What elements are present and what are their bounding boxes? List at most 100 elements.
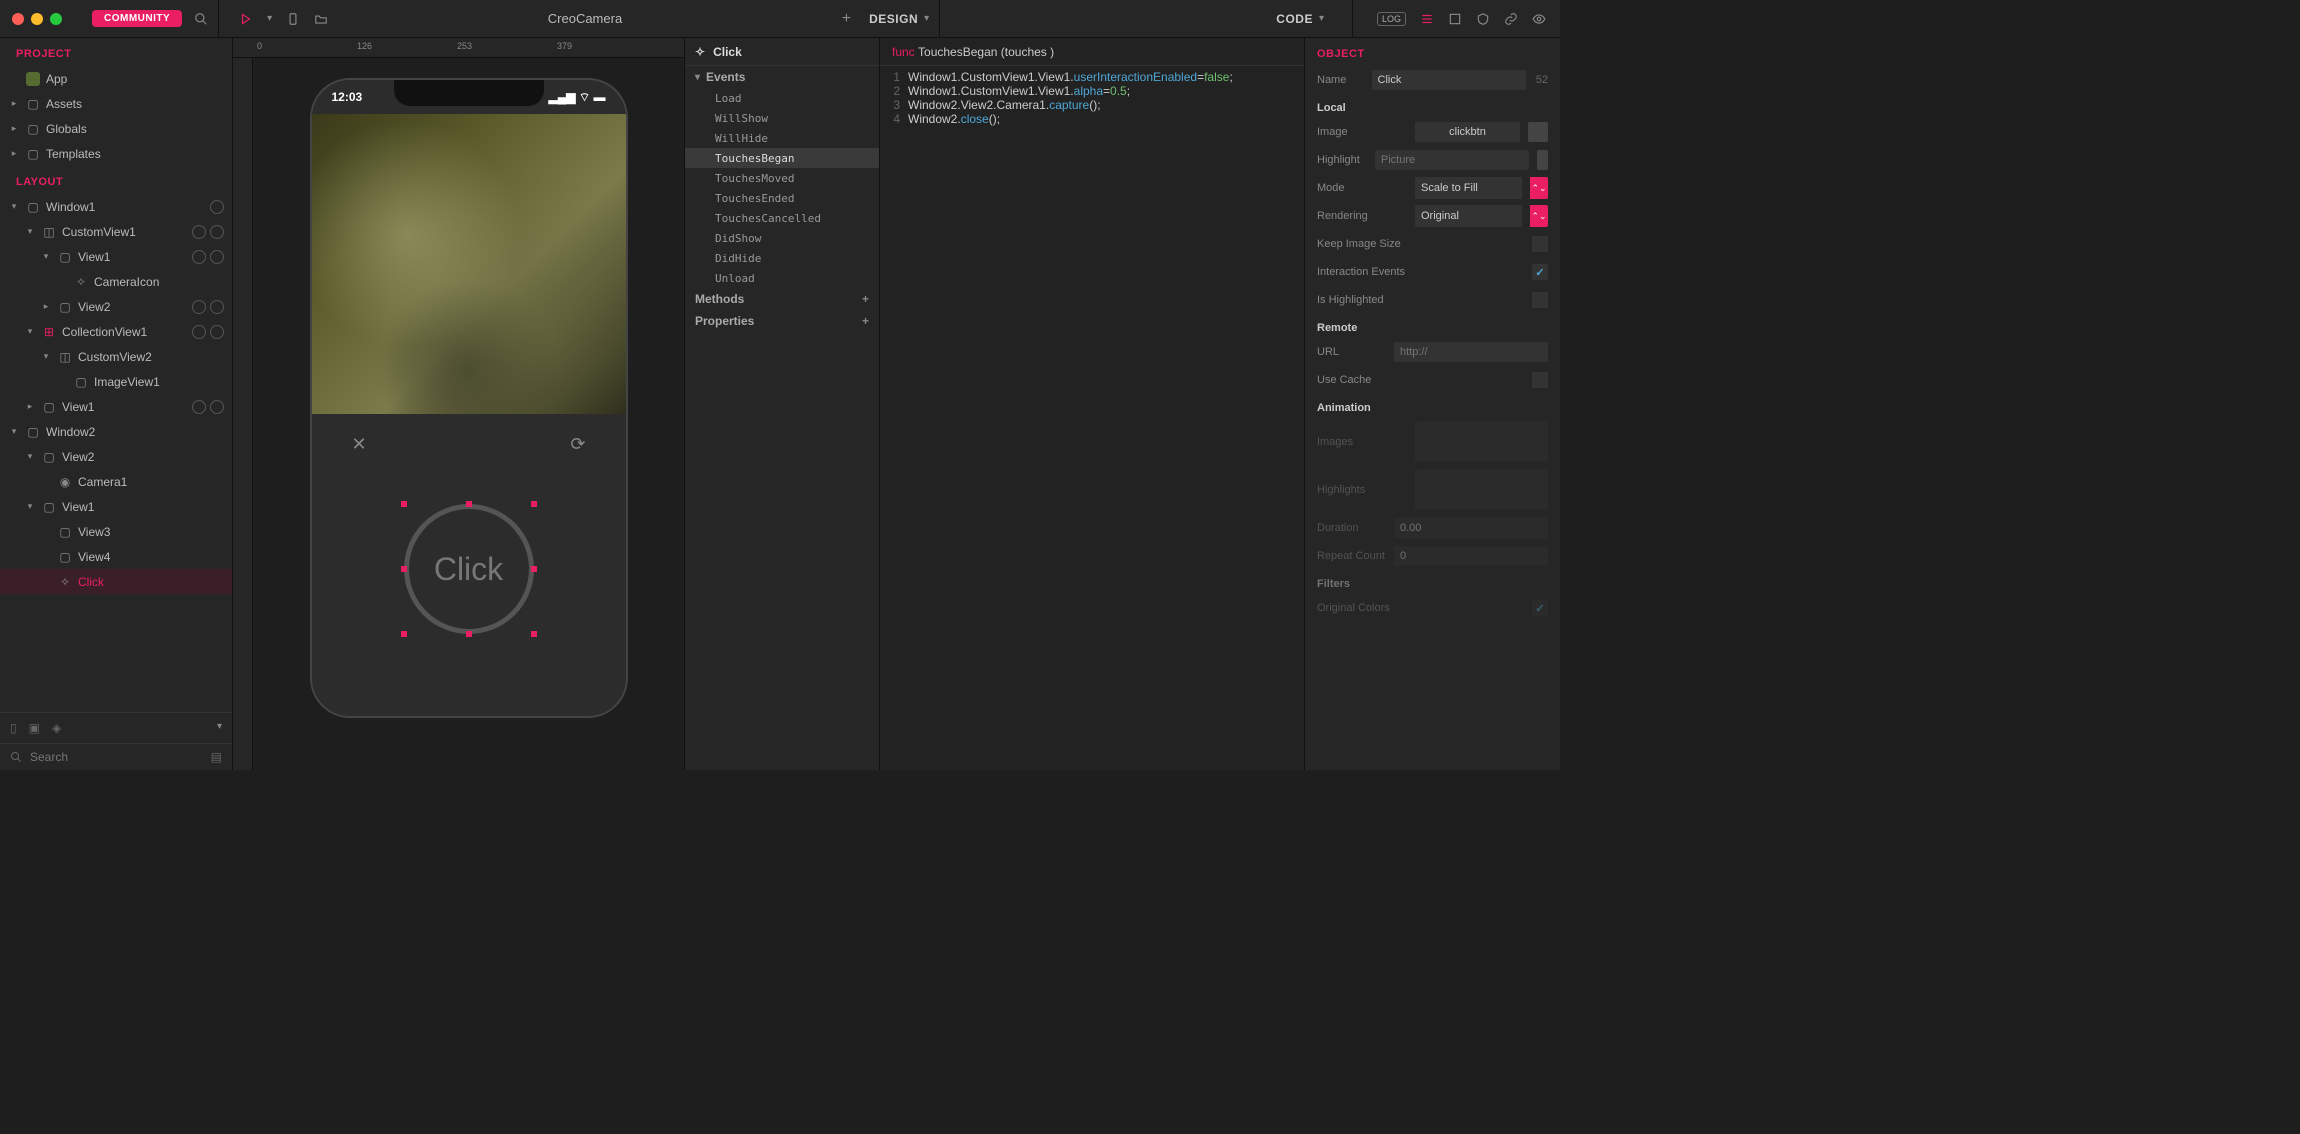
- rendering-select[interactable]: Original: [1415, 205, 1522, 227]
- tree-item-imageview1[interactable]: ▢ ImageView1: [0, 369, 232, 394]
- add-tab-button[interactable]: +: [842, 10, 851, 28]
- filter-icon[interactable]: ▤: [211, 750, 222, 764]
- design-chevron-icon[interactable]: ▾: [924, 13, 929, 24]
- properties-group[interactable]: Properties+: [685, 310, 879, 332]
- zoom-window-button[interactable]: [50, 13, 62, 25]
- image-well[interactable]: clickbtn: [1415, 122, 1520, 142]
- close-window-button[interactable]: [12, 13, 24, 25]
- tree-item-click[interactable]: ✧ Click: [0, 569, 232, 594]
- phone-preview[interactable]: 12:03 ▂▄▆ ⌔ ▬ ✕ ⟳ Click: [310, 78, 628, 718]
- code-line[interactable]: 3Window2.View2.Camera1.capture();: [880, 98, 1304, 112]
- tree-item-templates[interactable]: ▸ ▢ Templates: [0, 141, 232, 166]
- tree-item-globals[interactable]: ▸ ▢ Globals: [0, 116, 232, 141]
- code-mode-label[interactable]: CODE: [1276, 12, 1313, 26]
- tree-item-camera1[interactable]: ◉ Camera1: [0, 469, 232, 494]
- original-colors-checkbox[interactable]: [1532, 600, 1548, 616]
- tree-item-collectionview1[interactable]: ▾⊞ CollectionView1: [0, 319, 232, 344]
- tree-item-customview1[interactable]: ▾◫ CustomView1: [0, 219, 232, 244]
- bounds-icon[interactable]: [1448, 12, 1462, 26]
- list-icon[interactable]: [1420, 12, 1434, 26]
- tree-item-customview2[interactable]: ▾◫ CustomView2: [0, 344, 232, 369]
- highlight-field[interactable]: [1375, 150, 1529, 170]
- mode-select-button[interactable]: ⌃⌄: [1530, 177, 1548, 199]
- code-line[interactable]: 1Window1.CustomView1.View1.userInteracti…: [880, 70, 1304, 84]
- community-badge[interactable]: COMMUNITY: [92, 10, 182, 27]
- tree-item-assets[interactable]: ▸ ▢ Assets: [0, 91, 232, 116]
- event-didshow[interactable]: DidShow: [685, 228, 879, 248]
- add-property-button[interactable]: +: [862, 314, 869, 328]
- cube-icon[interactable]: ◈: [52, 721, 61, 735]
- sidebar-bottom-toolbar: ▯ ▣ ◈ ▾: [0, 712, 232, 743]
- mode-select[interactable]: Scale to Fill: [1415, 177, 1522, 199]
- tree-item-cameraicon[interactable]: ✧ CameraIcon: [0, 269, 232, 294]
- device-icon[interactable]: ▯: [10, 721, 17, 735]
- device-icon[interactable]: [286, 12, 300, 26]
- event-willhide[interactable]: WillHide: [685, 128, 879, 148]
- minimize-window-button[interactable]: [31, 13, 43, 25]
- eye-icon[interactable]: [1532, 12, 1546, 26]
- event-touchescancelled[interactable]: TouchesCancelled: [685, 208, 879, 228]
- code-editor[interactable]: func TouchesBegan (touches ) 1Window1.Cu…: [880, 38, 1305, 770]
- play-menu-chevron-icon[interactable]: ▾: [267, 13, 272, 24]
- event-unload[interactable]: Unload: [685, 268, 879, 288]
- events-group[interactable]: ▾Events: [685, 66, 879, 88]
- repeat-field[interactable]: [1394, 546, 1548, 566]
- images-well[interactable]: [1415, 422, 1548, 462]
- chevron-down-icon[interactable]: ▾: [217, 721, 222, 735]
- event-willshow[interactable]: WillShow: [685, 108, 879, 128]
- tree-item-window1[interactable]: ▾▢ Window1: [0, 194, 232, 219]
- tree-item-view1c[interactable]: ▾▢ View1: [0, 494, 232, 519]
- highlights-well[interactable]: [1415, 470, 1548, 510]
- shield-icon[interactable]: [1476, 12, 1490, 26]
- canvas[interactable]: 0 126 253 379 12:03 ▂▄▆ ⌔ ▬ ✕ ⟳: [233, 38, 685, 770]
- sidebar-search[interactable]: ▤: [0, 743, 232, 770]
- image-swatch[interactable]: [1528, 122, 1548, 142]
- add-method-button[interactable]: +: [862, 292, 869, 306]
- event-load[interactable]: Load: [685, 88, 879, 108]
- is-highlighted-checkbox[interactable]: [1532, 292, 1548, 308]
- url-field[interactable]: [1394, 342, 1548, 362]
- duration-field[interactable]: [1394, 518, 1548, 538]
- design-mode-label[interactable]: DESIGN: [869, 12, 918, 26]
- search-icon[interactable]: [194, 12, 208, 26]
- layout-section-header: LAYOUT: [0, 166, 232, 194]
- tree-item-view1[interactable]: ▾▢ View1: [0, 244, 232, 269]
- name-field[interactable]: [1372, 70, 1526, 90]
- add-button[interactable]: [210, 200, 224, 214]
- search-input[interactable]: [30, 750, 203, 764]
- link-icon[interactable]: [1504, 12, 1518, 26]
- event-touchesmoved[interactable]: TouchesMoved: [685, 168, 879, 188]
- use-cache-checkbox[interactable]: [1532, 372, 1548, 388]
- tree-item-view2b[interactable]: ▾▢ View2: [0, 444, 232, 469]
- event-touchesbegan[interactable]: TouchesBegan: [685, 148, 879, 168]
- code-line[interactable]: 2Window1.CustomView1.View1.alpha = 0.5;: [880, 84, 1304, 98]
- window-icon: ▢: [26, 200, 40, 214]
- keep-image-size-checkbox[interactable]: [1532, 236, 1548, 252]
- close-icon[interactable]: ✕: [352, 434, 367, 455]
- event-didhide[interactable]: DidHide: [685, 248, 879, 268]
- methods-group[interactable]: Methods+: [685, 288, 879, 310]
- filters-section: Filters: [1305, 570, 1560, 594]
- tree-item-view2[interactable]: ▸▢ View2: [0, 294, 232, 319]
- refresh-icon[interactable]: ⟳: [570, 434, 585, 455]
- event-touchesended[interactable]: TouchesEnded: [685, 188, 879, 208]
- folder-icon[interactable]: [314, 12, 328, 26]
- name-dim: 52: [1534, 74, 1548, 86]
- tree-item-view4[interactable]: ▢ View4: [0, 544, 232, 569]
- tree-item-view1b[interactable]: ▸▢ View1: [0, 394, 232, 419]
- highlight-swatch[interactable]: [1537, 150, 1548, 170]
- rendering-select-button[interactable]: ⌃⌄: [1530, 205, 1548, 227]
- tree-item-app[interactable]: App: [0, 66, 232, 91]
- selection-handles[interactable]: [401, 501, 537, 637]
- tree-item-window2[interactable]: ▾▢ Window2: [0, 419, 232, 444]
- code-chevron-icon[interactable]: ▾: [1319, 13, 1324, 24]
- interaction-events-checkbox[interactable]: [1532, 264, 1548, 280]
- play-icon[interactable]: [239, 12, 253, 26]
- log-button[interactable]: LOG: [1377, 12, 1406, 26]
- app-icon: [26, 72, 40, 86]
- layers-icon[interactable]: ▣: [29, 721, 40, 735]
- code-line[interactable]: 4Window2.close();: [880, 112, 1304, 126]
- tree-item-view3[interactable]: ▢ View3: [0, 519, 232, 544]
- view-icon: ▢: [58, 250, 72, 264]
- click-button[interactable]: Click: [404, 504, 534, 634]
